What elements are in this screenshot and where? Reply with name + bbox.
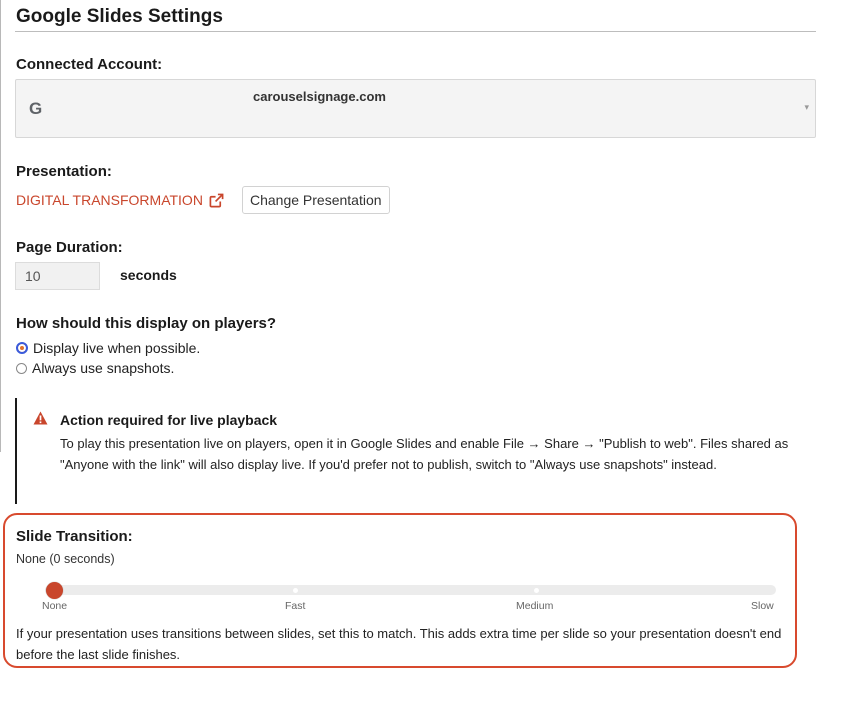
page-title: Google Slides Settings: [16, 6, 223, 27]
slider-step-dot: [293, 588, 298, 593]
chevron-down-icon: ▾: [804, 102, 809, 112]
slider-tick-fast: Fast: [285, 600, 306, 612]
presentation-name: DIGITAL TRANSFORMATION: [16, 192, 203, 208]
warning-triangle-icon: [33, 411, 48, 425]
alert-title: Action required for live playback: [60, 412, 278, 428]
page-duration-label: Page Duration:: [16, 239, 123, 256]
connected-account-value: carouselsignage.com: [253, 89, 386, 104]
radio-button-unchecked[interactable]: [16, 362, 27, 374]
connected-account-label: Connected Account:: [16, 56, 163, 73]
slider-tick-medium: Medium: [516, 600, 554, 612]
slider-tick-none: None: [42, 600, 68, 612]
google-g-icon: G: [29, 99, 43, 118]
radio-button-checked[interactable]: [16, 342, 28, 354]
display-mode-label: How should this display on players?: [16, 315, 277, 332]
slide-transition-label: Slide Transition:: [16, 528, 133, 545]
alert-accent-bar: [15, 398, 17, 504]
slide-transition-current-value: None (0 seconds): [16, 552, 115, 566]
slide-transition-slider-thumb[interactable]: [46, 582, 63, 599]
external-link-icon: [209, 193, 224, 207]
slide-transition-help-text: If your presentation uses transitions be…: [16, 626, 782, 662]
left-border: [0, 0, 1, 452]
presentation-link[interactable]: DIGITAL TRANSFORMATION: [16, 192, 224, 208]
radio-label: Display live when possible.: [33, 340, 201, 356]
slider-step-dot: [534, 588, 539, 593]
duration-unit-label: seconds: [120, 267, 177, 283]
live-playback-alert: Action required for live playback To pla…: [15, 398, 816, 504]
page-duration-input[interactable]: [15, 262, 100, 290]
alert-body: To play this presentation live on player…: [60, 436, 789, 472]
radio-always-snapshots[interactable]: Always use snapshots.: [16, 360, 174, 376]
radio-label: Always use snapshots.: [32, 360, 175, 376]
connected-account-select[interactable]: G carouselsignage.com ▾: [15, 79, 816, 138]
change-presentation-button[interactable]: Change Presentation: [242, 186, 390, 214]
slide-transition-slider-track[interactable]: [45, 585, 776, 595]
presentation-label: Presentation:: [16, 163, 112, 180]
slider-tick-slow: Slow: [751, 600, 774, 612]
radio-display-live[interactable]: Display live when possible.: [16, 340, 200, 356]
title-divider: [15, 31, 816, 32]
